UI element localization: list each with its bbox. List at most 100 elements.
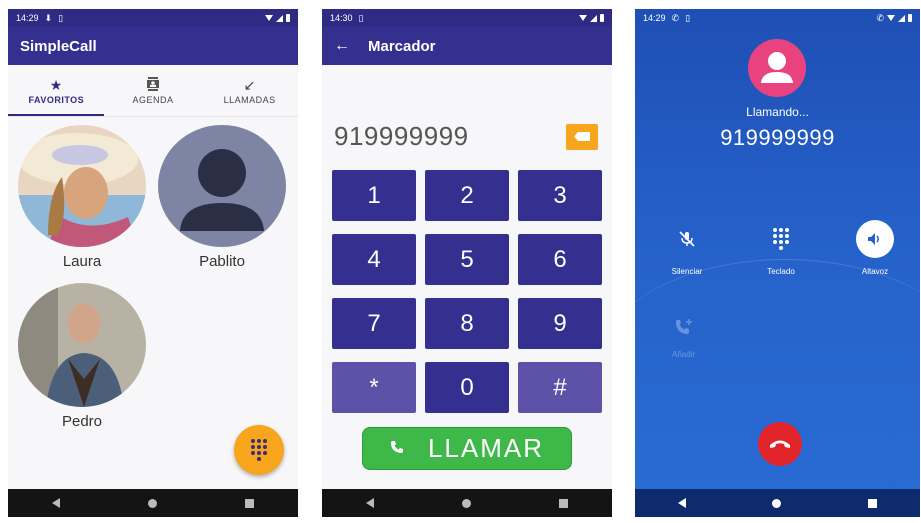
in-call-screen: 14:29 ✆ ▯ ✆ Llamando... 919999999 Silenc… bbox=[635, 9, 920, 517]
key-3[interactable]: 3 bbox=[518, 170, 602, 221]
add-call-button[interactable]: Añadir bbox=[672, 317, 695, 359]
mute-button[interactable]: Silenciar bbox=[649, 221, 725, 276]
hang-up-button[interactable] bbox=[758, 422, 802, 466]
key-1[interactable]: 1 bbox=[332, 170, 416, 221]
signal-icon bbox=[276, 14, 283, 22]
dialpad-icon bbox=[251, 439, 267, 461]
caller-avatar bbox=[748, 39, 806, 97]
dialpad-fab-button[interactable] bbox=[234, 425, 284, 475]
sim-icon: ▯ bbox=[58, 12, 64, 23]
status-time: 14:29 bbox=[643, 13, 666, 23]
phone-icon bbox=[390, 440, 404, 457]
tab-bar: ★ FAVORITOS AGENDA ↙ LLAMADAS bbox=[8, 65, 298, 117]
status-bar: 14:29 ⬇ ▯ bbox=[8, 9, 298, 27]
status-time: 14:29 bbox=[16, 13, 39, 23]
key-4[interactable]: 4 bbox=[332, 234, 416, 285]
tab-llamadas[interactable]: ↙ LLAMADAS bbox=[201, 65, 298, 116]
call-label: LLAMAR bbox=[427, 433, 545, 463]
default-avatar-icon bbox=[158, 125, 286, 247]
nav-home-icon[interactable] bbox=[462, 498, 471, 508]
key-2[interactable]: 2 bbox=[425, 170, 509, 221]
contact-name: Laura bbox=[62, 253, 102, 270]
system-nav-bar bbox=[322, 489, 612, 517]
contact-photo bbox=[18, 125, 146, 247]
contact-name: Pedro bbox=[61, 413, 103, 430]
system-nav-bar bbox=[8, 489, 298, 517]
status-bar: 14:30 ▯ bbox=[322, 9, 612, 27]
control-label: Añadir bbox=[672, 350, 696, 359]
mic-off-icon bbox=[649, 221, 725, 257]
tab-label: AGENDA bbox=[132, 94, 174, 105]
key-hash[interactable]: # bbox=[518, 362, 602, 413]
screen-title: Marcador bbox=[368, 37, 436, 55]
wifi-icon bbox=[265, 15, 273, 21]
favorite-contact-laura[interactable]: Laura bbox=[18, 125, 146, 270]
favorite-contact-pablito[interactable]: Pablito bbox=[158, 125, 286, 270]
app-bar: SimpleCall bbox=[8, 27, 298, 65]
backspace-icon bbox=[574, 132, 590, 141]
control-label: Silenciar bbox=[671, 267, 703, 276]
wifi-icon bbox=[579, 15, 587, 21]
tab-indicator bbox=[8, 114, 104, 116]
app-title: SimpleCall bbox=[20, 37, 97, 55]
favorites-screen: 14:29 ⬇ ▯ SimpleCall ★ FAVORITOS AGENDA … bbox=[8, 9, 298, 517]
end-call-icon bbox=[770, 440, 790, 448]
keypad: 1 2 3 4 5 6 7 8 9 * 0 # bbox=[332, 170, 602, 413]
key-6[interactable]: 6 bbox=[518, 234, 602, 285]
system-nav-bar bbox=[635, 489, 920, 517]
status-time: 14:30 bbox=[330, 13, 353, 23]
tab-label: FAVORITOS bbox=[28, 94, 85, 105]
dialpad-icon bbox=[743, 221, 819, 257]
battery-icon bbox=[600, 14, 604, 22]
contact-photo bbox=[18, 283, 146, 407]
call-status-icon: ✆ bbox=[671, 12, 680, 23]
dialed-number[interactable]: 919999999 bbox=[334, 121, 469, 152]
speaker-button[interactable]: Altavoz bbox=[837, 220, 913, 276]
nav-home-icon[interactable] bbox=[148, 498, 157, 508]
caller-number: 919999999 bbox=[720, 125, 835, 150]
key-8[interactable]: 8 bbox=[425, 298, 509, 349]
key-star[interactable]: * bbox=[332, 362, 416, 413]
call-status-icon: ✆ bbox=[876, 12, 884, 23]
wifi-icon bbox=[887, 15, 895, 21]
nav-back-icon[interactable] bbox=[52, 498, 60, 508]
speaker-icon bbox=[856, 220, 894, 258]
key-9[interactable]: 9 bbox=[518, 298, 602, 349]
app-bar: ← Marcador bbox=[322, 27, 612, 65]
nav-recents-icon[interactable] bbox=[867, 498, 877, 508]
download-icon: ⬇ bbox=[44, 12, 53, 23]
signal-icon bbox=[590, 14, 597, 22]
tab-agenda[interactable]: AGENDA bbox=[105, 65, 202, 116]
battery-icon bbox=[286, 14, 290, 22]
control-label: Teclado bbox=[767, 267, 795, 276]
call-button[interactable]: LLAMAR bbox=[362, 427, 572, 470]
tab-favoritos[interactable]: ★ FAVORITOS bbox=[8, 65, 105, 116]
contact-name: Pablito bbox=[199, 253, 245, 270]
nav-back-icon[interactable] bbox=[366, 498, 374, 508]
backspace-button[interactable] bbox=[566, 123, 598, 150]
calling-status: Llamando... bbox=[746, 105, 809, 119]
star-icon: ★ bbox=[49, 76, 63, 93]
contacts-icon bbox=[147, 76, 159, 95]
battery-icon bbox=[908, 14, 912, 22]
control-label: Altavoz bbox=[861, 267, 889, 276]
key-0[interactable]: 0 bbox=[425, 362, 509, 413]
key-5[interactable]: 5 bbox=[425, 234, 509, 285]
back-arrow-icon[interactable]: ← bbox=[334, 37, 350, 55]
signal-icon bbox=[898, 14, 905, 22]
add-call-icon bbox=[672, 317, 695, 342]
key-7[interactable]: 7 bbox=[332, 298, 416, 349]
sim-icon: ▯ bbox=[685, 12, 691, 23]
nav-back-icon[interactable] bbox=[678, 498, 687, 508]
status-bar: 14:29 ✆ ▯ ✆ bbox=[635, 9, 920, 27]
tab-label: LLAMADAS bbox=[223, 94, 276, 105]
number-display: 919999999 bbox=[334, 121, 598, 152]
nav-home-icon[interactable] bbox=[772, 498, 782, 508]
nav-recents-icon[interactable] bbox=[245, 498, 254, 508]
nav-recents-icon[interactable] bbox=[559, 498, 568, 508]
call-received-icon: ↙ bbox=[243, 76, 256, 93]
sim-icon: ▯ bbox=[358, 12, 364, 23]
favorite-contact-pedro[interactable]: Pedro bbox=[18, 283, 146, 430]
keypad-button[interactable]: Teclado bbox=[743, 221, 819, 276]
dialer-screen: 14:30 ▯ ← Marcador 919999999 1 2 3 4 5 6… bbox=[322, 9, 612, 517]
